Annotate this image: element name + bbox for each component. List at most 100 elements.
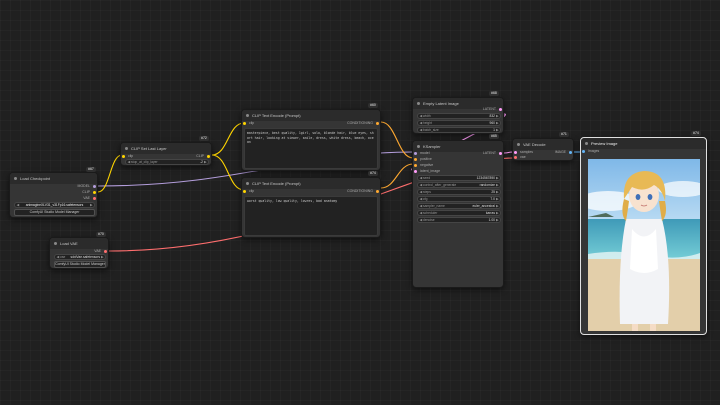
node-id-badge: #71 (559, 132, 569, 137)
stop-at-clip-layer-widget[interactable]: ◀ stop_at_clip_layer -2 ▶ (125, 159, 209, 165)
arrow-right-icon[interactable]: ▶ (496, 197, 499, 201)
arrow-right-icon[interactable]: ▶ (496, 204, 499, 208)
ckpt-name-combo[interactable]: ◀ animagineXLV31_v31Fp16.safetensors ▶ (14, 202, 95, 208)
model-manager-button[interactable]: ComfyUI Studio Model Manager (14, 209, 95, 216)
arrow-left-icon[interactable]: ◀ (420, 121, 423, 125)
output-vae[interactable]: VAE (83, 196, 96, 201)
arrow-right-icon[interactable]: ▶ (496, 218, 499, 222)
model-manager-button[interactable]: ComfyUI Studio Model Manager (54, 261, 106, 268)
arrow-left-icon[interactable]: ◀ (420, 211, 423, 215)
arrow-left-icon[interactable]: ◀ (420, 197, 423, 201)
arrow-right-icon[interactable]: ▶ (204, 160, 207, 164)
steps-widget[interactable]: ◀ steps 25 ▶ (417, 189, 501, 195)
height-widget[interactable]: ◀ height 960 ▶ (417, 120, 501, 126)
arrow-right-icon[interactable]: ▶ (101, 255, 104, 259)
node-title: KSampler (423, 144, 441, 149)
node-clip-text-encode-positive[interactable]: CLIP Text Encode (Prompt) clip CONDITION… (241, 109, 381, 171)
wire-clip-checkpoint (97, 154, 123, 193)
node-id-badge: #60 (368, 103, 378, 108)
arrow-left-icon[interactable]: ◀ (420, 218, 423, 222)
scheduler-widget[interactable]: ◀ scheduler karras ▶ (417, 210, 501, 216)
sampler-name-widget[interactable]: ◀ sampler_name euler_ancestral ▶ (417, 203, 501, 209)
node-ksampler[interactable]: KSampler model positive negative latent_… (412, 140, 504, 288)
control-after-generate-widget[interactable]: ◀ control_after_generate randomize ▶ (417, 182, 501, 188)
arrow-left-icon[interactable]: ◀ (420, 128, 423, 132)
wire-negative (380, 163, 414, 189)
node-title: Preview Image (591, 141, 618, 146)
arrow-left-icon[interactable]: ◀ (57, 255, 60, 259)
input-model[interactable]: model (414, 151, 430, 156)
input-positive[interactable]: positive (414, 157, 432, 162)
node-id-badge: #67 (86, 167, 96, 172)
node-id-badge: #68 (489, 91, 499, 96)
output-conditioning[interactable]: CONDITIONING (347, 121, 379, 126)
width-widget[interactable]: ◀ width 832 ▶ (417, 113, 501, 119)
output-image[interactable]: IMAGE (555, 150, 572, 155)
node-clip-text-encode-negative[interactable]: CLIP Text Encode (Prompt) clip CONDITION… (241, 177, 381, 238)
collapse-dot-icon[interactable] (517, 143, 520, 146)
input-clip[interactable]: clip (243, 121, 254, 126)
input-clip[interactable]: clip (243, 189, 254, 194)
output-conditioning[interactable]: CONDITIONING (347, 189, 379, 194)
node-id-badge: #74 (368, 171, 378, 176)
node-id-badge: #74 (691, 131, 701, 136)
wire-clip-positive (211, 122, 245, 156)
batch-size-widget[interactable]: ◀ batch_size 1 ▶ (417, 127, 501, 133)
output-latent[interactable]: LATENT (483, 151, 502, 156)
prompt-textarea[interactable]: masterpiece, best quality, 1girl, solo, … (244, 128, 378, 169)
wire-positive (380, 121, 414, 159)
arrow-right-icon[interactable]: ▶ (496, 176, 499, 180)
node-clip-set-last-layer[interactable]: CLIP Set Last Layer clip CLIP ◀ stop_at_… (120, 142, 212, 166)
output-model[interactable]: MODEL (78, 184, 96, 189)
arrow-left-icon[interactable]: ◀ (420, 114, 423, 118)
collapse-dot-icon[interactable] (585, 142, 588, 145)
vae-name-combo[interactable]: ◀ vae sdxlVae.safetensors ▶ (54, 254, 106, 260)
arrow-right-icon[interactable]: ▶ (496, 190, 499, 194)
arrow-left-icon[interactable]: ◀ (420, 190, 423, 194)
node-load-checkpoint[interactable]: Load Checkpoint MODEL CLIP VAE ◀ animagi… (9, 172, 98, 218)
preview-image (588, 159, 700, 331)
node-preview-image[interactable]: Preview Image images (580, 137, 707, 335)
denoise-widget[interactable]: ◀ denoise 1.00 ▶ (417, 217, 501, 223)
node-title: CLIP Text Encode (Prompt) (252, 181, 301, 186)
node-title: Load VAE (60, 241, 78, 246)
collapse-dot-icon[interactable] (246, 182, 249, 185)
collapse-dot-icon[interactable] (54, 242, 57, 245)
seed-widget[interactable]: ◀ seed 1234567890 ▶ (417, 175, 501, 181)
node-id-badge: #70 (96, 232, 106, 237)
collapse-dot-icon[interactable] (14, 177, 17, 180)
arrow-right-icon[interactable]: ▶ (496, 128, 499, 132)
collapse-dot-icon[interactable] (125, 147, 128, 150)
node-id-badge: #72 (199, 136, 209, 141)
arrow-right-icon[interactable]: ▶ (496, 211, 499, 215)
node-id-badge: #65 (489, 134, 499, 139)
output-clip[interactable]: CLIP (82, 190, 96, 195)
node-load-vae[interactable]: Load VAE VAE ◀ vae sdxlVae.safetensors ▶… (49, 237, 109, 269)
output-latent[interactable]: LATENT (483, 107, 502, 112)
prompt-textarea[interactable]: worst quality, low quality, lowres, bad … (244, 196, 378, 236)
input-images[interactable]: images (582, 149, 599, 154)
arrow-right-icon[interactable]: ▶ (496, 183, 499, 187)
node-graph-canvas[interactable]: Load Checkpoint MODEL CLIP VAE ◀ animagi… (0, 0, 720, 405)
arrow-right-icon[interactable]: ▶ (90, 203, 93, 207)
arrow-left-icon[interactable]: ◀ (420, 183, 423, 187)
input-negative[interactable]: negative (414, 163, 433, 168)
arrow-left-icon[interactable]: ◀ (128, 160, 131, 164)
node-title: Load Checkpoint (20, 176, 51, 181)
node-title: Empty Latent Image (423, 101, 459, 106)
input-vae[interactable]: vae (514, 155, 526, 160)
cfg-widget[interactable]: ◀ cfg 7.0 ▶ (417, 196, 501, 202)
collapse-dot-icon[interactable] (246, 114, 249, 117)
arrow-right-icon[interactable]: ▶ (496, 114, 499, 118)
node-vae-decode[interactable]: VAE Decode samples vae IMAGE (512, 138, 574, 161)
arrow-right-icon[interactable]: ▶ (496, 121, 499, 125)
collapse-dot-icon[interactable] (417, 145, 420, 148)
node-empty-latent-image[interactable]: Empty Latent Image LATENT ◀ width 832 ▶ … (412, 97, 504, 134)
arrow-left-icon[interactable]: ◀ (420, 204, 423, 208)
node-title: CLIP Set Last Layer (131, 146, 167, 151)
collapse-dot-icon[interactable] (417, 102, 420, 105)
node-title: CLIP Text Encode (Prompt) (252, 113, 301, 118)
input-latent-image[interactable]: latent_image (414, 169, 440, 174)
arrow-left-icon[interactable]: ◀ (17, 203, 20, 207)
arrow-left-icon[interactable]: ◀ (420, 176, 423, 180)
